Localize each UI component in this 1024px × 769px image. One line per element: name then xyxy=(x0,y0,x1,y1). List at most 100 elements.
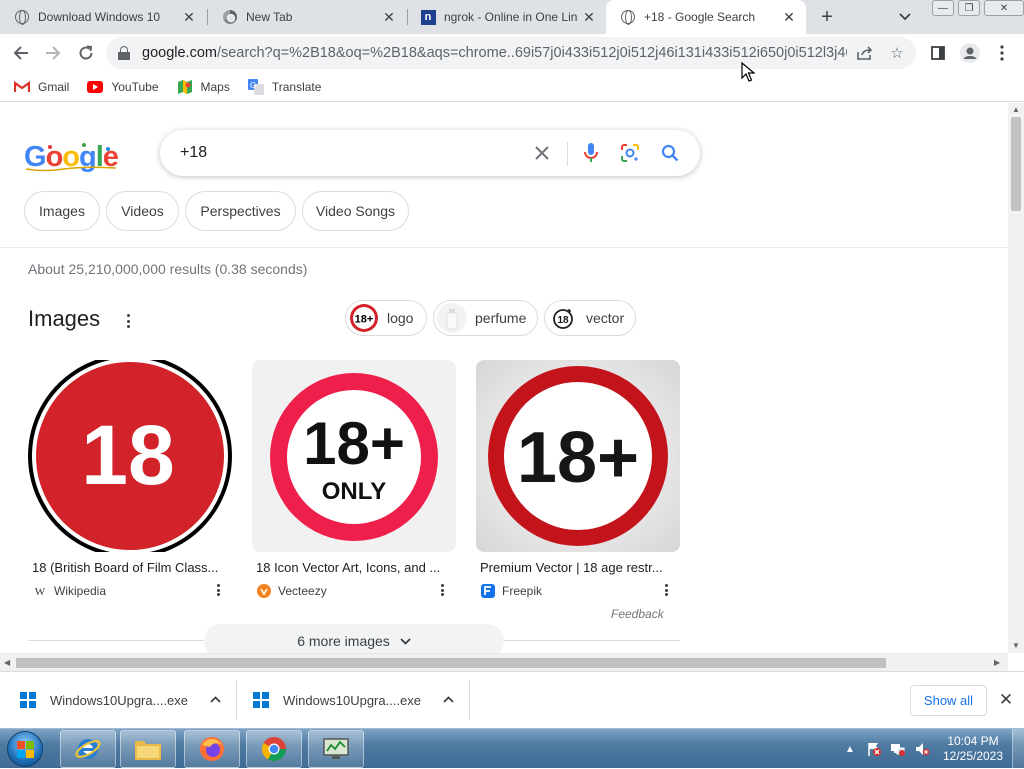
action-center-flag-icon[interactable] xyxy=(866,741,882,757)
filter-chip-perspectives[interactable]: Perspectives xyxy=(185,191,296,231)
feedback-link[interactable]: Feedback xyxy=(611,607,664,621)
system-tray: ▲ xyxy=(842,729,938,769)
image-result-card[interactable]: 18 18 (British Board of Film Class... W … xyxy=(28,360,232,598)
show-all-downloads-button[interactable]: Show all xyxy=(910,685,987,716)
svg-text:W: W xyxy=(35,586,46,597)
profile-avatar-icon[interactable] xyxy=(957,40,983,66)
image-thumbnail[interactable]: 18+ xyxy=(476,360,680,552)
tab-ngrok[interactable]: n ngrok - Online in One Lin ✕ xyxy=(406,0,606,34)
side-panel-icon[interactable] xyxy=(925,40,951,66)
restore-button[interactable]: ❐ xyxy=(958,0,980,16)
search-query-text[interactable]: +18 xyxy=(180,144,207,162)
address-bar[interactable]: google.com/search?q=%2B18&oq=%2B18&aqs=c… xyxy=(106,37,916,69)
minimize-button[interactable]: — xyxy=(932,0,954,16)
filter-chip-video-songs[interactable]: Video Songs xyxy=(302,191,409,231)
tab-close-icon[interactable]: ✕ xyxy=(780,8,798,26)
search-icon[interactable] xyxy=(658,141,682,165)
image-result-title[interactable]: Premium Vector | 18 age restr... xyxy=(480,560,676,575)
menu-kebab-icon[interactable] xyxy=(989,40,1015,66)
image-result-source[interactable]: Vecteezy xyxy=(256,583,327,599)
windows-file-icon xyxy=(253,692,269,708)
related-chip-logo[interactable]: 18+ logo xyxy=(345,300,427,336)
scroll-down-arrow-icon[interactable]: ▼ xyxy=(1012,641,1020,650)
result-more-options-icon[interactable] xyxy=(662,583,670,597)
wikipedia-icon: W xyxy=(32,583,48,599)
source-name: Freepik xyxy=(502,584,543,598)
tab-close-icon[interactable]: ✕ xyxy=(380,8,398,26)
close-window-button[interactable]: ✕ xyxy=(984,0,1024,16)
show-desktop-button[interactable] xyxy=(1012,729,1024,769)
more-images-button[interactable]: 6 more images xyxy=(204,624,504,653)
firefox-icon xyxy=(200,737,224,761)
windows-file-icon xyxy=(20,692,36,708)
taskbar-internet-explorer[interactable] xyxy=(60,730,116,768)
filter-chip-images[interactable]: Images xyxy=(24,191,100,231)
scroll-left-arrow-icon[interactable]: ◀ xyxy=(4,658,10,667)
image-result-card[interactable]: 18+ Premium Vector | 18 age restr... Fre… xyxy=(476,360,680,598)
chevron-up-icon[interactable] xyxy=(210,694,221,706)
volume-muted-icon[interactable] xyxy=(914,741,930,757)
vertical-scroll-thumb[interactable] xyxy=(1011,117,1021,211)
tab-title: +18 - Google Search xyxy=(644,10,756,24)
horizontal-scrollbar[interactable]: ◀ ▶ xyxy=(0,653,1008,671)
clear-search-icon[interactable] xyxy=(530,141,554,165)
taskbar-file-explorer[interactable] xyxy=(120,730,176,768)
scroll-up-arrow-icon[interactable]: ▲ xyxy=(1012,105,1020,114)
result-more-options-icon[interactable] xyxy=(438,583,446,597)
back-arrow-icon[interactable] xyxy=(8,40,34,66)
start-button[interactable] xyxy=(2,730,48,768)
bookmark-translate[interactable]: G Translate xyxy=(247,78,322,95)
close-download-bar-icon[interactable]: ✕ xyxy=(996,690,1016,710)
tab-close-icon[interactable]: ✕ xyxy=(580,8,598,26)
image-thumbnail[interactable]: 18+ ONLY xyxy=(252,360,456,552)
filter-chip-videos[interactable]: Videos xyxy=(106,191,179,231)
taskbar-firefox[interactable] xyxy=(184,730,240,768)
network-icon[interactable] xyxy=(890,741,906,757)
google-logo[interactable]: Google xyxy=(24,139,120,173)
taskbar-task-manager[interactable] xyxy=(308,730,364,768)
horizontal-scroll-thumb[interactable] xyxy=(16,658,886,668)
show-hidden-icons-arrow-icon[interactable]: ▲ xyxy=(842,741,858,757)
image-thumbnail[interactable]: 18 xyxy=(28,360,232,552)
new-tab-button[interactable]: + xyxy=(815,6,839,28)
source-name: Vecteezy xyxy=(278,584,327,598)
related-chip-vector[interactable]: 18 vector xyxy=(544,300,636,336)
scroll-right-arrow-icon[interactable]: ▶ xyxy=(994,658,1000,667)
bookmark-maps[interactable]: Maps xyxy=(177,79,230,95)
taskbar-chrome[interactable] xyxy=(246,730,302,768)
result-more-options-icon[interactable] xyxy=(214,583,222,597)
reload-icon[interactable] xyxy=(73,40,99,66)
lock-icon[interactable] xyxy=(118,46,130,60)
bookmark-youtube[interactable]: YouTube xyxy=(87,79,159,95)
result-stats: About 25,210,000,000 results (0.38 secon… xyxy=(28,261,308,277)
tab-search-chevron-icon[interactable] xyxy=(893,6,917,28)
download-item[interactable]: Windows10Upgra....exe xyxy=(0,672,236,728)
download-item[interactable]: Windows10Upgra....exe xyxy=(233,672,469,728)
download-bar: Windows10Upgra....exe Windows10Upgra....… xyxy=(0,671,1024,728)
tab-google-search[interactable]: +18 - Google Search ✕ xyxy=(606,0,806,34)
image-result-source[interactable]: W Wikipedia xyxy=(32,583,106,599)
image-result-title[interactable]: 18 Icon Vector Art, Icons, and ... xyxy=(256,560,452,575)
tab-close-icon[interactable]: ✕ xyxy=(180,8,198,26)
related-chip-perfume[interactable]: perfume xyxy=(433,300,538,336)
forward-arrow-icon[interactable] xyxy=(40,40,66,66)
search-box[interactable]: +18 xyxy=(160,130,700,176)
chevron-up-icon[interactable] xyxy=(443,694,454,706)
svg-text:G: G xyxy=(250,81,256,90)
image-result-title[interactable]: 18 (British Board of Film Class... xyxy=(32,560,228,575)
url-text[interactable]: google.com/search?q=%2B18&oq=%2B18&aqs=c… xyxy=(142,45,847,61)
image-result-card[interactable]: 18+ ONLY 18 Icon Vector Art, Icons, and … xyxy=(252,360,456,598)
system-clock[interactable]: 10:04 PM 12/25/2023 xyxy=(940,734,1006,764)
bookmark-gmail[interactable]: Gmail xyxy=(14,79,69,95)
share-icon[interactable] xyxy=(856,44,874,62)
tab-download-windows[interactable]: Download Windows 10 ✕ xyxy=(0,0,206,34)
window-controls: — ❐ ✕ xyxy=(928,0,1024,16)
tab-new-tab[interactable]: New Tab ✕ xyxy=(208,0,406,34)
images-more-options-icon[interactable] xyxy=(122,311,134,331)
lens-search-icon[interactable] xyxy=(618,141,642,165)
star-icon[interactable]: ☆ xyxy=(888,44,906,62)
bookmark-label: Translate xyxy=(271,79,322,94)
image-result-source[interactable]: Freepik xyxy=(480,583,542,599)
voice-search-icon[interactable] xyxy=(579,141,603,165)
vertical-scrollbar[interactable]: ▲ ▼ xyxy=(1008,103,1024,653)
